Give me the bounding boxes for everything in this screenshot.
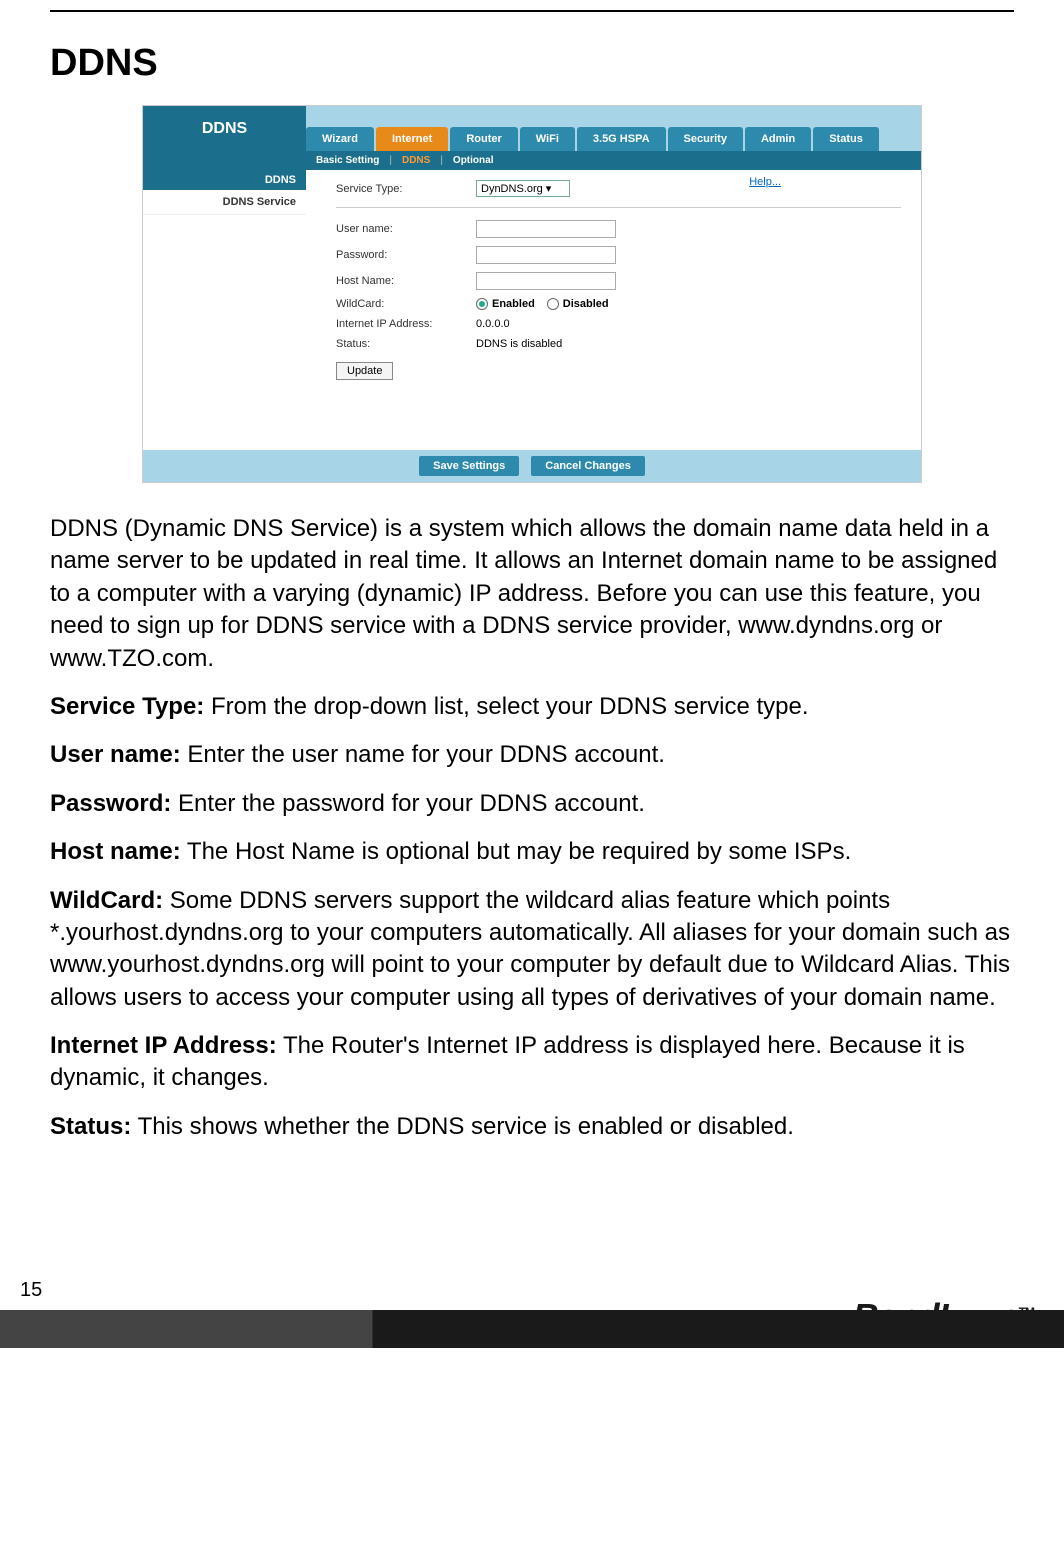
label-service-type: Service Type:	[336, 183, 476, 195]
page-title: DDNS	[50, 42, 1014, 85]
trademark: TM	[1019, 1305, 1034, 1319]
label-password: Password:	[336, 249, 476, 261]
subnav-optional[interactable]: Optional	[443, 155, 504, 166]
main-tabs: Wizard Internet Router WiFi 3.5G HSPA Se…	[306, 106, 921, 151]
desc-service-type-text: From the drop-down list, select your DDN…	[204, 693, 808, 720]
help-link[interactable]: Help...	[749, 176, 781, 188]
desc-service-type: Service Type: From the drop-down list, s…	[50, 691, 1014, 723]
input-user-name[interactable]	[476, 220, 616, 238]
page-container: DDNS DDNS Wizard Internet Router WiFi 3.…	[0, 12, 1064, 1179]
field-wildcard: WildCard: Enabled Disabled	[336, 298, 901, 310]
radio-dot-icon	[476, 298, 488, 310]
input-password[interactable]	[476, 246, 616, 264]
desc-user-name: User name: Enter the user name for your …	[50, 739, 1014, 771]
screenshot-body: DDNS DDNS Service Help... Service Type: …	[143, 170, 921, 450]
desc-wildcard-text: Some DDNS servers support the wildcard a…	[50, 887, 1010, 1011]
radio-disabled[interactable]: Disabled	[547, 298, 609, 310]
desc-status-label: Status:	[50, 1113, 131, 1140]
intro-paragraph: DDNS (Dynamic DNS Service) is a system w…	[50, 513, 1014, 675]
divider-1	[336, 207, 901, 208]
desc-password: Password: Enter the password for your DD…	[50, 788, 1014, 820]
tab-wifi[interactable]: WiFi	[520, 127, 575, 151]
tab-admin[interactable]: Admin	[745, 127, 811, 151]
value-status: DDNS is disabled	[476, 338, 562, 350]
desc-ip-label: Internet IP Address:	[50, 1032, 277, 1059]
brand-name: BandLuxe	[853, 1296, 1019, 1337]
desc-password-label: Password:	[50, 790, 171, 817]
desc-status-text: This shows whether the DDNS service is e…	[131, 1113, 794, 1140]
sidebar: DDNS DDNS Service	[143, 170, 306, 450]
label-ip: Internet IP Address:	[336, 318, 476, 330]
tab-status[interactable]: Status	[813, 127, 879, 151]
input-host-name[interactable]	[476, 272, 616, 290]
value-ip: 0.0.0.0	[476, 318, 510, 330]
field-host-name: Host Name:	[336, 272, 901, 290]
tab-internet[interactable]: Internet	[376, 127, 448, 151]
field-password: Password:	[336, 246, 901, 264]
label-wildcard: WildCard:	[336, 298, 476, 310]
field-service-type: Service Type: DynDNS.org ▾	[336, 180, 901, 197]
desc-host-name-label: Host name:	[50, 838, 181, 865]
field-status: Status: DDNS is disabled	[336, 338, 901, 350]
update-button[interactable]: Update	[336, 362, 393, 380]
save-settings-button[interactable]: Save Settings	[419, 456, 519, 476]
tab-hspa[interactable]: 3.5G HSPA	[577, 127, 666, 151]
desc-host-name-text: The Host Name is optional but may be req…	[181, 838, 852, 865]
desc-status: Status: This shows whether the DDNS serv…	[50, 1111, 1014, 1143]
main-panel: Help... Service Type: DynDNS.org ▾ User …	[306, 170, 921, 450]
field-ip: Internet IP Address: 0.0.0.0	[336, 318, 901, 330]
screenshot-footer: Save Settings Cancel Changes	[143, 450, 921, 482]
label-status: Status:	[336, 338, 476, 350]
radio-enabled-label: Enabled	[492, 298, 535, 310]
desc-wildcard: WildCard: Some DDNS servers support the …	[50, 885, 1014, 1015]
label-host-name: Host Name:	[336, 275, 476, 287]
tab-wizard[interactable]: Wizard	[306, 127, 374, 151]
radio-dot-icon	[547, 298, 559, 310]
desc-wildcard-label: WildCard:	[50, 887, 163, 914]
cancel-changes-button[interactable]: Cancel Changes	[531, 456, 645, 476]
field-user-name: User name:	[336, 220, 901, 238]
desc-service-type-label: Service Type:	[50, 693, 204, 720]
desc-password-text: Enter the password for your DDNS account…	[171, 790, 645, 817]
tab-router[interactable]: Router	[450, 127, 517, 151]
screenshot-header: DDNS Wizard Internet Router WiFi 3.5G HS…	[143, 106, 921, 151]
desc-ip: Internet IP Address: The Router's Intern…	[50, 1030, 1014, 1095]
radio-enabled[interactable]: Enabled	[476, 298, 535, 310]
sidebar-head: DDNS	[143, 170, 306, 190]
desc-user-name-label: User name:	[50, 741, 181, 768]
select-service-type[interactable]: DynDNS.org ▾	[476, 180, 570, 197]
desc-host-name: Host name: The Host Name is optional but…	[50, 836, 1014, 868]
subnav-basic[interactable]: Basic Setting	[306, 155, 389, 166]
tab-security[interactable]: Security	[668, 127, 743, 151]
ddns-screenshot: DDNS Wizard Internet Router WiFi 3.5G HS…	[142, 105, 922, 483]
screenshot-logo: DDNS	[143, 106, 306, 151]
subnav-ddns[interactable]: DDNS	[392, 155, 440, 166]
label-user-name: User name:	[336, 223, 476, 235]
brand-logo: BandLuxeTM	[853, 1296, 1034, 1338]
desc-user-name-text: Enter the user name for your DDNS accoun…	[181, 741, 665, 768]
sidebar-item-ddns-service[interactable]: DDNS Service	[143, 190, 306, 215]
footer-bar: BandLuxeTM	[0, 1310, 1064, 1348]
page-footer: 15 BandLuxeTM	[0, 1279, 1064, 1348]
radio-disabled-label: Disabled	[563, 298, 609, 310]
select-service-type-value: DynDNS.org	[481, 183, 543, 195]
sub-nav: Basic Setting | DDNS | Optional	[143, 151, 921, 170]
